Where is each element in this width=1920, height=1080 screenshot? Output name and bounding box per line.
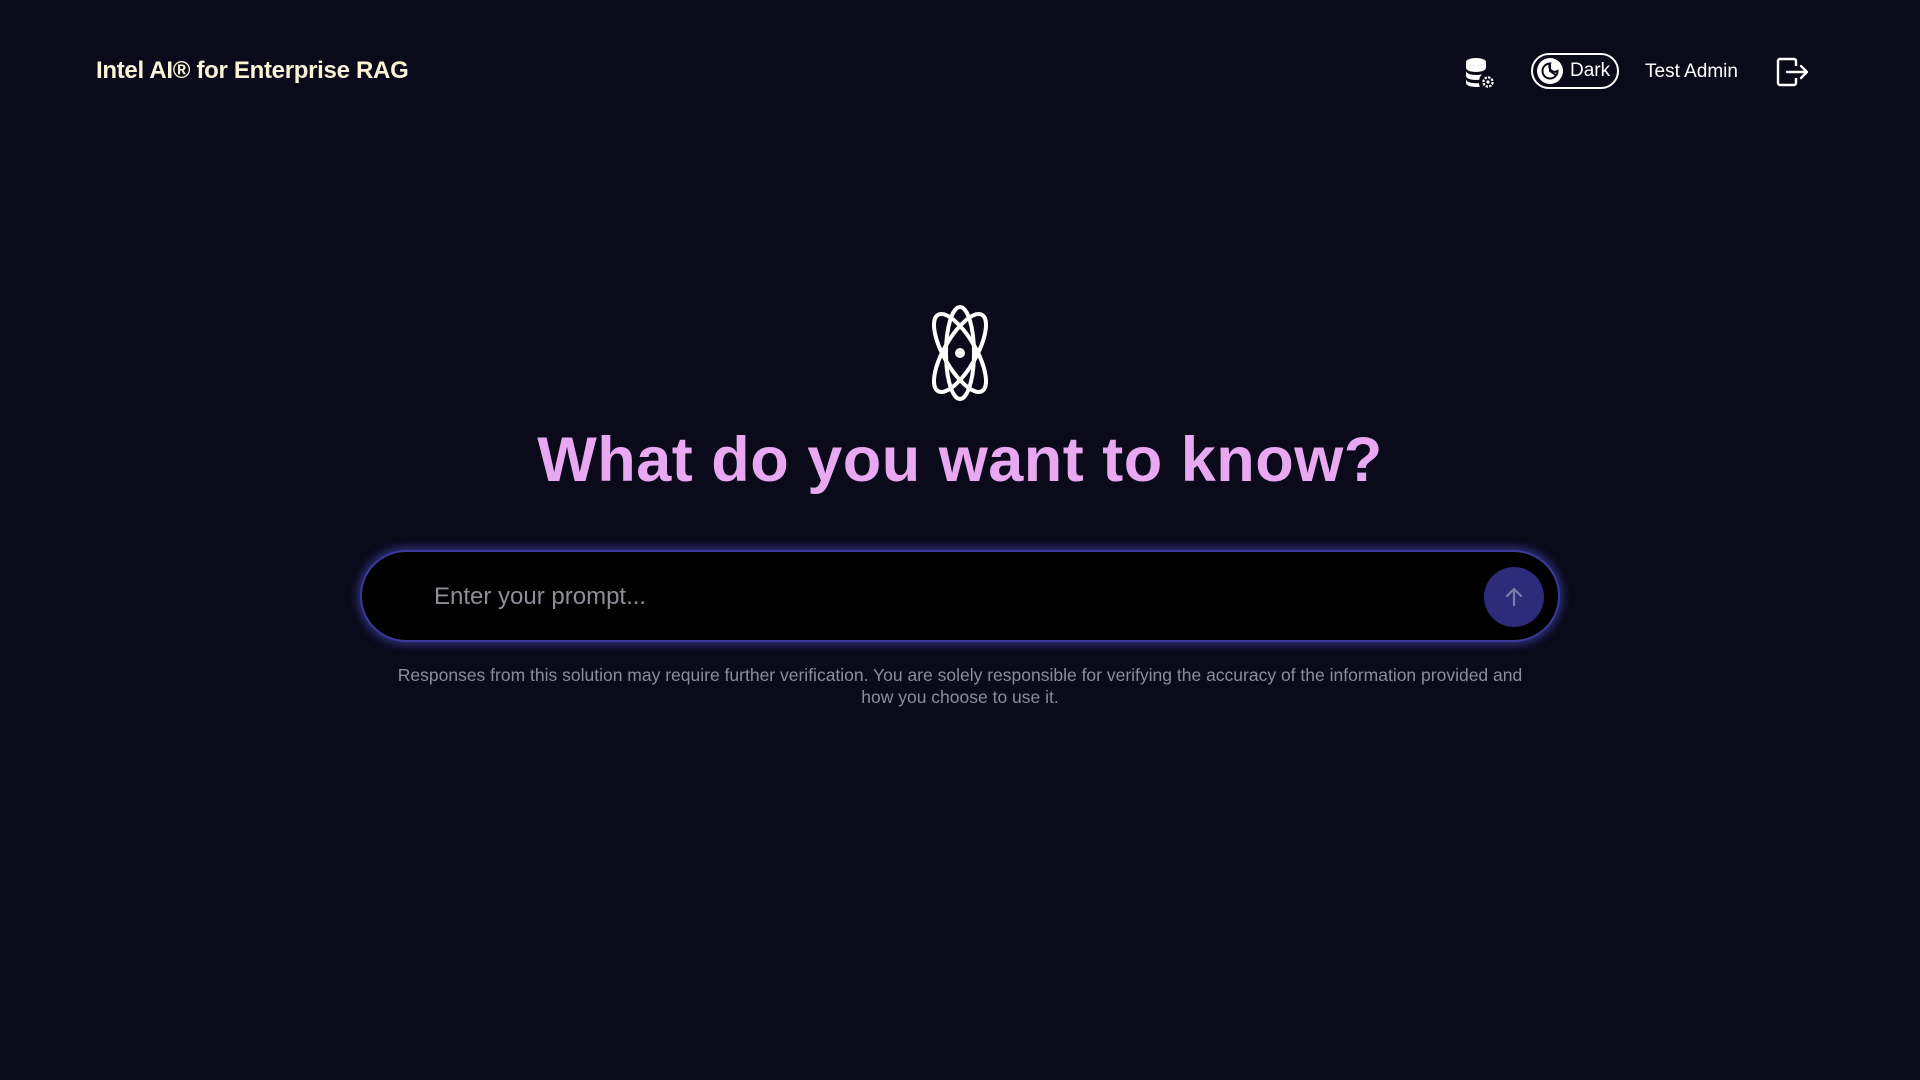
database-gear-icon [1466, 58, 1495, 89]
prompt-box [360, 550, 1560, 642]
moon-icon [1541, 62, 1559, 80]
theme-toggle-label: Dark [1570, 60, 1611, 81]
app-title: Intel AI® for Enterprise RAG [96, 57, 409, 84]
app-root: Intel AI® for Enterprise RAG Dark Test A… [0, 0, 1920, 1080]
logout-button[interactable] [1776, 57, 1810, 87]
theme-toggle-knob [1537, 58, 1563, 84]
atom-icon [916, 304, 1004, 402]
top-bar: Intel AI® for Enterprise RAG Dark Test A… [0, 0, 1920, 144]
page-title: What do you want to know? [537, 425, 1383, 495]
disclaimer-text: Responses from this solution may require… [397, 665, 1523, 707]
user-name[interactable]: Test Admin [1645, 60, 1738, 84]
prompt-input[interactable] [432, 574, 1436, 620]
logout-icon [1776, 57, 1809, 87]
database-settings-button[interactable] [1462, 54, 1498, 90]
send-button[interactable] [1484, 567, 1544, 627]
arrow-up-icon [1505, 587, 1523, 607]
theme-toggle[interactable]: Dark [1531, 53, 1619, 89]
